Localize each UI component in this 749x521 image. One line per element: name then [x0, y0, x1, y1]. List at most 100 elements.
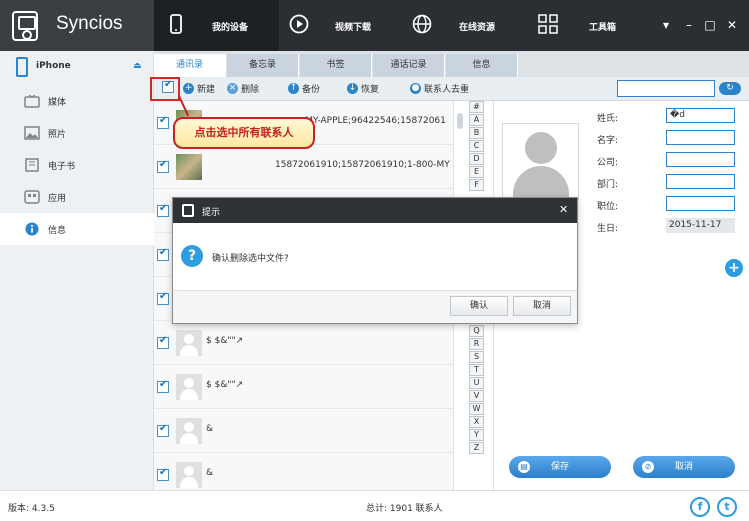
- index-letter[interactable]: U: [469, 377, 484, 389]
- nav-online-resources[interactable]: 在线资源: [404, 0, 529, 51]
- app-name: Syncios: [56, 13, 123, 34]
- cancel-button[interactable]: ⊘ 取消: [633, 456, 735, 478]
- surname-field[interactable]: �d: [666, 108, 735, 123]
- add-field-button[interactable]: +: [725, 259, 743, 277]
- first-name-field[interactable]: [666, 130, 735, 145]
- tab-call-history[interactable]: 通话记录: [373, 54, 445, 77]
- nav-video-download[interactable]: 视频下载: [279, 0, 404, 51]
- avatar: [176, 418, 202, 444]
- new-button[interactable]: + 新建: [183, 82, 215, 96]
- index-letter[interactable]: E: [469, 166, 484, 178]
- index-letter[interactable]: V: [469, 390, 484, 402]
- eject-icon[interactable]: ⏏: [133, 61, 142, 71]
- index-letter[interactable]: R: [469, 338, 484, 350]
- sidebar-item-label: 照片: [48, 130, 67, 140]
- index-letter[interactable]: S: [469, 351, 484, 363]
- book-icon: [25, 158, 39, 172]
- tab-bookmarks[interactable]: 书签: [300, 54, 372, 77]
- field-label-first-name: 名字:: [597, 136, 619, 146]
- table-row[interactable]: &: [154, 409, 453, 453]
- index-letter[interactable]: T: [469, 364, 484, 376]
- table-row[interactable]: $ $&""↗: [154, 321, 453, 365]
- play-icon: [289, 14, 309, 34]
- search-input[interactable]: [617, 80, 715, 97]
- sidebar-item-info[interactable]: 信息: [0, 213, 154, 245]
- tab-contacts[interactable]: 通讯录: [154, 54, 226, 77]
- nav-label: 我的设备: [212, 23, 249, 33]
- syncios-logo-icon: [12, 11, 38, 41]
- backup-button[interactable]: ↑ 备份: [288, 82, 320, 96]
- close-window-button[interactable]: ✕: [725, 18, 739, 32]
- row-checkbox[interactable]: [157, 203, 169, 217]
- scrollbar[interactable]: [457, 113, 463, 129]
- facebook-icon[interactable]: f: [690, 497, 710, 517]
- minimize-button[interactable]: –: [682, 18, 696, 32]
- index-letter[interactable]: A: [469, 114, 484, 126]
- department-field[interactable]: [666, 174, 735, 189]
- row-checkbox[interactable]: [157, 467, 169, 481]
- sidebar-item-apps[interactable]: 应用: [0, 181, 154, 213]
- dialog-header: 提示 ✕: [173, 198, 577, 223]
- save-button[interactable]: ▤ 保存: [509, 456, 611, 478]
- sidebar-item-media[interactable]: 媒体: [0, 85, 154, 117]
- index-letter[interactable]: Z: [469, 442, 484, 454]
- avatar-head: [525, 132, 557, 164]
- device-header[interactable]: iPhone ⏏: [0, 51, 154, 83]
- job-title-field[interactable]: [666, 196, 735, 211]
- delete-button[interactable]: × 删除: [227, 82, 259, 96]
- refresh-button[interactable]: ↻: [719, 82, 741, 95]
- row-checkbox[interactable]: [157, 335, 169, 349]
- index-letter[interactable]: X: [469, 416, 484, 428]
- table-row[interactable]: $ $&""↗: [154, 365, 453, 409]
- row-checkbox[interactable]: [157, 247, 169, 261]
- nav-toolbox[interactable]: 工具箱: [529, 0, 649, 51]
- index-letter[interactable]: B: [469, 127, 484, 139]
- plus-icon: +: [183, 83, 194, 94]
- row-checkbox[interactable]: [157, 115, 169, 129]
- dialog-close-button[interactable]: ✕: [559, 203, 568, 216]
- nav-my-device[interactable]: 我的设备: [154, 0, 279, 51]
- dedupe-contacts-button[interactable]: ● 联系人去重: [410, 82, 469, 96]
- restore-button[interactable]: ↓ 恢复: [347, 82, 379, 96]
- index-letter[interactable]: Y: [469, 429, 484, 441]
- avatar-body: [513, 166, 569, 200]
- dialog-cancel-button[interactable]: 取消: [513, 296, 571, 316]
- confirm-dialog: 提示 ✕ ? 确认删除选中文件? 确认 取消: [172, 197, 578, 324]
- row-checkbox[interactable]: [157, 379, 169, 393]
- phone-icon: [170, 14, 182, 34]
- table-row[interactable]: 15872061910;15872061910;1-800-MY: [154, 145, 453, 189]
- globe-icon: [412, 14, 432, 34]
- row-checkbox[interactable]: [157, 159, 169, 173]
- menu-button[interactable]: ▾: [659, 18, 673, 32]
- avatar: [176, 374, 202, 400]
- save-icon: ▤: [518, 461, 530, 473]
- table-row[interactable]: &: [154, 453, 453, 490]
- cancel-label: 取消: [674, 462, 693, 472]
- restore-icon: ↓: [347, 83, 358, 94]
- index-letter[interactable]: F: [469, 179, 484, 191]
- confirm-button[interactable]: 确认: [450, 296, 508, 316]
- avatar: [176, 154, 202, 180]
- contact-name: $ $&""↗: [206, 380, 244, 390]
- index-letter[interactable]: Q: [469, 325, 484, 337]
- callout-tooltip: 点击选中所有联系人: [173, 117, 315, 149]
- field-label-birthday: 生日:: [597, 224, 619, 234]
- index-letter[interactable]: C: [469, 140, 484, 152]
- sidebar-item-ebooks[interactable]: 电子书: [0, 149, 154, 181]
- tab-messages[interactable]: 信息: [446, 54, 518, 77]
- tab-notes[interactable]: 备忘录: [227, 54, 299, 77]
- index-letter[interactable]: W: [469, 403, 484, 415]
- row-checkbox[interactable]: [157, 423, 169, 437]
- nav-label: 工具箱: [589, 23, 617, 33]
- index-letter[interactable]: #: [469, 101, 484, 113]
- contact-photo[interactable]: [502, 123, 579, 200]
- sidebar-item-label: 媒体: [48, 98, 67, 108]
- maximize-button[interactable]: □: [703, 18, 717, 32]
- birthday-field[interactable]: 2015-11-17: [666, 218, 735, 233]
- twitter-icon[interactable]: t: [717, 497, 737, 517]
- index-letter[interactable]: D: [469, 153, 484, 165]
- sidebar-item-photos[interactable]: 照片: [0, 117, 154, 149]
- company-field[interactable]: [666, 152, 735, 167]
- brand: Syncios: [0, 0, 154, 51]
- row-checkbox[interactable]: [157, 291, 169, 305]
